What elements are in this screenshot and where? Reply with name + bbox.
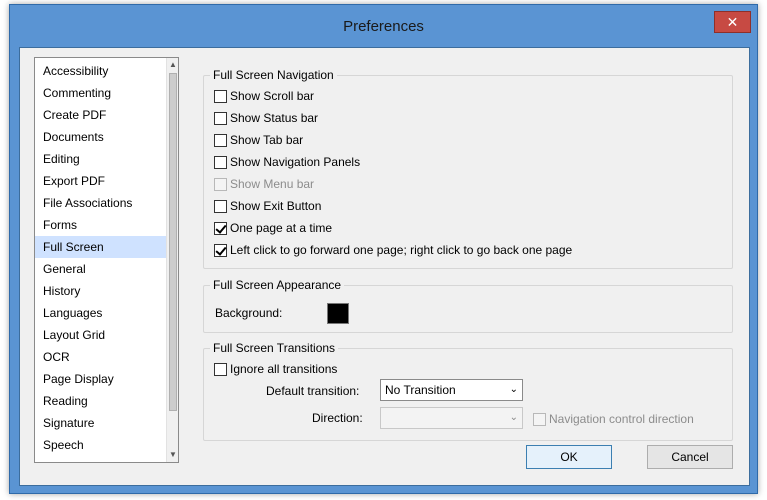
nav-option-checkbox[interactable] bbox=[214, 221, 227, 235]
nav-option-checkbox[interactable] bbox=[214, 243, 227, 257]
sidebar-item-forms[interactable]: Forms bbox=[35, 214, 166, 236]
sidebar-item-speech[interactable]: Speech bbox=[35, 434, 166, 456]
nav-option-row[interactable]: Show Navigation Panels bbox=[214, 153, 360, 171]
close-icon: ✕ bbox=[726, 14, 739, 30]
nav-option-row[interactable]: Show Tab bar bbox=[214, 131, 303, 149]
navigation-group-legend: Full Screen Navigation bbox=[210, 68, 337, 82]
transitions-group-legend: Full Screen Transitions bbox=[210, 341, 339, 355]
background-label: Background: bbox=[215, 306, 283, 320]
sidebar-item-file-associations[interactable]: File Associations bbox=[35, 192, 166, 214]
cancel-button[interactable]: Cancel bbox=[647, 445, 733, 469]
ignore-transitions-checkbox[interactable] bbox=[214, 362, 227, 376]
sidebar-item-reading[interactable]: Reading bbox=[35, 390, 166, 412]
default-transition-label: Default transition: bbox=[266, 384, 360, 398]
sidebar-item-page-display[interactable]: Page Display bbox=[35, 368, 166, 390]
nav-option-checkbox[interactable] bbox=[214, 177, 227, 191]
sidebar-item-create-pdf[interactable]: Create PDF bbox=[35, 104, 166, 126]
nav-option-row[interactable]: Show Exit Button bbox=[214, 197, 321, 215]
background-color-swatch[interactable] bbox=[327, 303, 349, 324]
navigation-group: Full Screen Navigation Show Scroll bar Sh… bbox=[203, 68, 733, 269]
nav-option-row[interactable]: Show Menu bar bbox=[214, 175, 314, 193]
nav-control-direction-row[interactable]: Navigation control direction bbox=[533, 410, 694, 428]
sidebar-item-history[interactable]: History bbox=[35, 280, 166, 302]
scroll-up-icon[interactable]: ▲ bbox=[167, 58, 178, 72]
appearance-group-legend: Full Screen Appearance bbox=[210, 278, 345, 292]
sidebar-item-editing[interactable]: Editing bbox=[35, 148, 166, 170]
nav-option-checkbox[interactable] bbox=[214, 199, 227, 213]
nav-option-checkbox[interactable] bbox=[214, 155, 227, 169]
nav-control-direction-label: Navigation control direction bbox=[549, 412, 694, 426]
scroll-down-icon[interactable]: ▼ bbox=[167, 448, 178, 462]
scroll-thumb[interactable] bbox=[169, 73, 177, 411]
sidebar-item-documents[interactable]: Documents bbox=[35, 126, 166, 148]
nav-option-row[interactable]: One page at a time bbox=[214, 219, 332, 237]
ignore-transitions-row[interactable]: Ignore all transitions bbox=[214, 360, 337, 378]
chevron-down-icon: ⌄ bbox=[509, 384, 518, 395]
sidebar-item-accessibility[interactable]: Accessibility bbox=[35, 60, 166, 82]
sidebar-item-signature[interactable]: Signature bbox=[35, 412, 166, 434]
nav-option-label: Show Scroll bar bbox=[230, 89, 315, 103]
preferences-dialog: Preferences ✕ Accessibility Commenting Cre… bbox=[9, 4, 758, 494]
category-list-items: Accessibility Commenting Create PDF Documen… bbox=[35, 60, 166, 456]
sidebar-item-ocr[interactable]: OCR bbox=[35, 346, 166, 368]
window-title: Preferences bbox=[343, 18, 424, 35]
sidebar-item-layout-grid[interactable]: Layout Grid bbox=[35, 324, 166, 346]
direction-label: Direction: bbox=[312, 411, 363, 425]
sidebar-item-commenting[interactable]: Commenting bbox=[35, 82, 166, 104]
nav-option-checkbox[interactable] bbox=[214, 89, 227, 103]
category-scrollbar[interactable]: ▲ ▼ bbox=[166, 58, 178, 462]
nav-option-checkbox[interactable] bbox=[214, 111, 227, 125]
nav-option-row[interactable]: Left click to go forward one page; right… bbox=[214, 241, 572, 259]
dialog-body: Accessibility Commenting Create PDF Documen… bbox=[19, 47, 750, 486]
nav-option-row[interactable]: Show Status bar bbox=[214, 109, 318, 127]
nav-option-label: Show Tab bar bbox=[230, 133, 304, 147]
nav-option-label: Show Menu bar bbox=[230, 177, 315, 191]
close-button[interactable]: ✕ bbox=[714, 11, 751, 33]
default-transition-value: No Transition bbox=[385, 383, 456, 397]
nav-option-label: Left click to go forward one page; right… bbox=[230, 243, 573, 257]
nav-option-label: One page at a time bbox=[230, 221, 333, 235]
default-transition-select[interactable]: No Transition ⌄ bbox=[380, 379, 523, 401]
sidebar-item-export-pdf[interactable]: Export PDF bbox=[35, 170, 166, 192]
nav-option-label: Show Navigation Panels bbox=[230, 155, 361, 169]
chevron-down-icon: ⌄ bbox=[509, 412, 518, 423]
nav-option-checkbox[interactable] bbox=[214, 133, 227, 147]
direction-select[interactable]: ⌄ bbox=[380, 407, 523, 429]
nav-control-direction-checkbox[interactable] bbox=[533, 412, 546, 426]
ignore-transitions-label: Ignore all transitions bbox=[230, 362, 338, 376]
sidebar-item-full-screen[interactable]: Full Screen bbox=[35, 236, 166, 258]
nav-option-label: Show Exit Button bbox=[230, 199, 322, 213]
category-list[interactable]: Accessibility Commenting Create PDF Documen… bbox=[34, 57, 179, 463]
sidebar-item-languages[interactable]: Languages bbox=[35, 302, 166, 324]
nav-option-label: Show Status bar bbox=[230, 111, 319, 125]
title-bar[interactable]: Preferences ✕ bbox=[10, 5, 757, 47]
appearance-group: Full Screen Appearance Background: bbox=[203, 278, 733, 333]
sidebar-item-general[interactable]: General bbox=[35, 258, 166, 280]
nav-option-row[interactable]: Show Scroll bar bbox=[214, 87, 314, 105]
ok-button[interactable]: OK bbox=[526, 445, 612, 469]
transitions-group: Full Screen Transitions Ignore all trans… bbox=[203, 341, 733, 441]
